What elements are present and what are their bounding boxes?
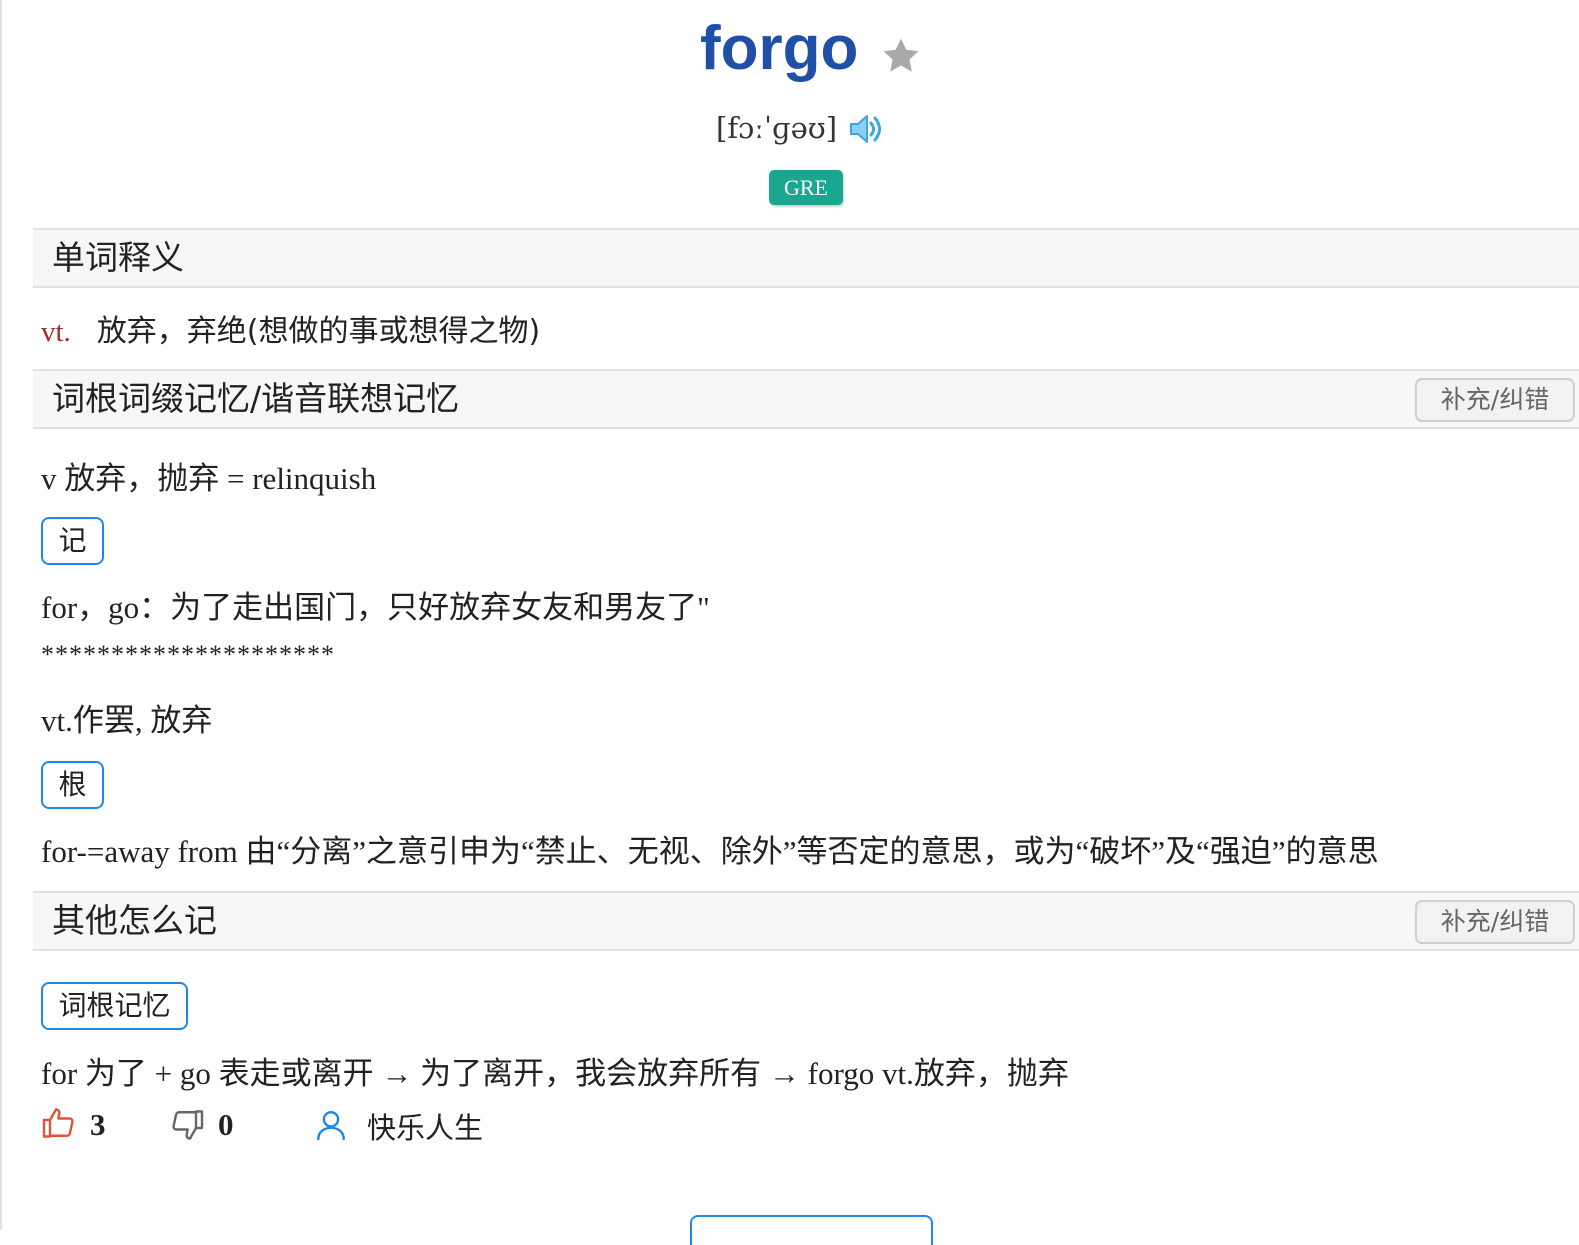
root-memory-badge[interactable]: 词根记忆: [41, 982, 188, 1030]
left-border: [0, 0, 2, 1230]
part-of-speech: vt.: [41, 316, 71, 348]
other-section-header: 其他怎么记 补充/纠错: [33, 891, 1579, 951]
thumbs-up-icon: [42, 1108, 74, 1138]
mnemonic-line: vt.作罢, 放弃: [41, 703, 213, 738]
definition-text: 放弃，弃绝(想做的事或想得之物): [96, 314, 541, 349]
vote-row: 3 0 快乐人生: [41, 1103, 741, 1147]
definition-row: vt. 放弃，弃绝(想做的事或想得之物): [41, 306, 540, 350]
separator-stars: *********************: [41, 640, 335, 669]
other-mnemonic-line: for 为了 + go 表走或离开 → 为了离开，我会放弃所有 → forgo …: [41, 1056, 1069, 1091]
thumbs-down-icon: [172, 1110, 204, 1140]
dislike-count: 0: [218, 1107, 234, 1142]
mnemonic-line: for-=away from 由“分离”之意引申为“禁止、无视、除外”等否定的意…: [41, 834, 1379, 869]
mnemonic-section-header: 词根词缀记忆/谐音联想记忆 补充/纠错: [33, 369, 1579, 429]
definition-section-header: 单词释义: [33, 228, 1579, 288]
mnemonic-line: v 放弃，抛弃 = relinquish: [41, 461, 377, 496]
star-icon[interactable]: [879, 34, 923, 78]
speaker-icon[interactable]: [848, 112, 884, 146]
section-title: 其他怎么记: [52, 901, 217, 940]
mnemonic-line: for，go：为了走出国门，只好放弃女友和男友了": [41, 590, 710, 625]
exam-tag: GRE: [769, 170, 843, 205]
like-button[interactable]: 3: [41, 1103, 121, 1147]
user-icon: [317, 1111, 345, 1141]
author-name: 快乐人生: [367, 1111, 484, 1145]
correction-button[interactable]: 补充/纠错: [1415, 900, 1575, 944]
like-count: 3: [90, 1107, 106, 1142]
memory-badge[interactable]: 记: [41, 517, 104, 565]
section-title: 单词释义: [52, 238, 184, 277]
section-title: 词根词缀记忆/谐音联想记忆: [52, 379, 460, 418]
correction-button[interactable]: 补充/纠错: [1415, 378, 1575, 422]
bottom-button[interactable]: [690, 1215, 933, 1245]
author[interactable]: 快乐人生: [314, 1103, 514, 1147]
dislike-button[interactable]: 0: [169, 1103, 249, 1147]
phonetic: [fɔːˈɡəʊ]: [716, 111, 838, 145]
root-badge[interactable]: 根: [41, 761, 104, 809]
headword-row: forgo: [0, 10, 1579, 90]
headword: forgo: [700, 14, 859, 83]
phonetic-row: [fɔːˈɡəʊ]: [0, 108, 1579, 148]
